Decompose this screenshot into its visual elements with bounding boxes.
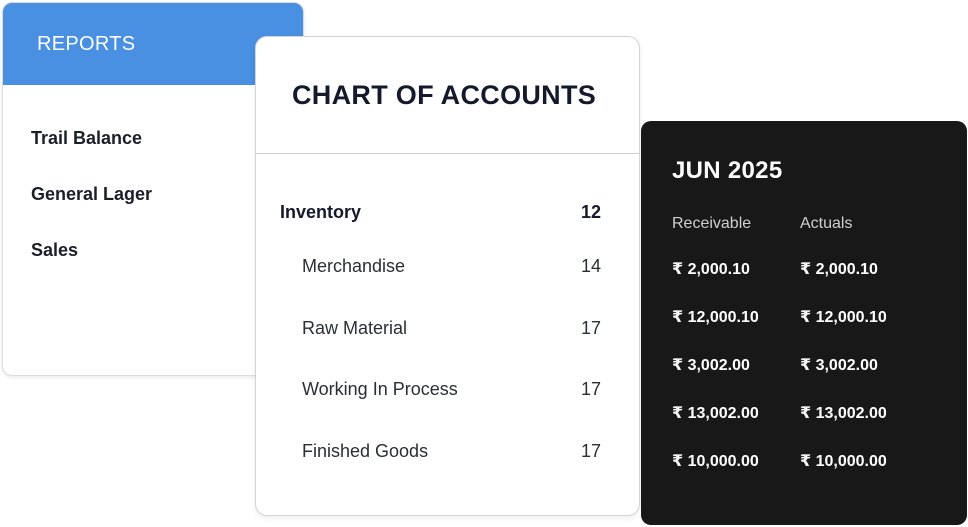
actuals-amount: ₹ 10,000.00 (800, 453, 887, 470)
account-label: Inventory (280, 201, 362, 222)
receivable-amount: ₹ 2,000.10 (672, 261, 750, 278)
account-label: Finished Goods (302, 440, 429, 461)
actuals-amount: ₹ 2,000.10 (800, 261, 878, 278)
period-card: JUN 2025 Receivable Actuals ₹ 2,000.10 ₹… (641, 121, 967, 525)
account-count: 17 (580, 378, 601, 399)
account-count: 17 (580, 317, 601, 338)
account-label: Raw Material (302, 317, 408, 338)
column-header-actuals: Actuals (800, 215, 853, 232)
chart-of-accounts-title: CHART OF ACCOUNTS (256, 37, 639, 154)
receivable-amount: ₹ 3,002.00 (672, 357, 750, 374)
account-row-finished-goods[interactable]: Finished Goods 17 (256, 436, 639, 466)
column-header-receivable: Receivable (672, 215, 752, 232)
account-row-working-in-process[interactable]: Working In Process 17 (256, 374, 639, 404)
account-label: Merchandise (302, 255, 406, 276)
receivable-amount: ₹ 12,000.10 (672, 309, 759, 326)
receivable-amount: ₹ 10,000.00 (672, 453, 759, 470)
account-count: 17 (580, 440, 601, 461)
account-count: 12 (580, 201, 601, 222)
actuals-amount: ₹ 13,002.00 (800, 405, 887, 422)
reports-item-sales[interactable]: Sales (31, 240, 78, 261)
account-row-merchandise[interactable]: Merchandise 14 (256, 251, 639, 281)
receivable-amount: ₹ 13,002.00 (672, 405, 759, 422)
account-count: 14 (580, 255, 601, 276)
account-row-raw-material[interactable]: Raw Material 17 (256, 313, 639, 343)
stage: REPORTS Trail Balance General Lager Sale… (0, 0, 968, 527)
chart-of-accounts-card: CHART OF ACCOUNTS Inventory 12 Merchandi… (255, 36, 640, 516)
account-row-inventory[interactable]: Inventory 12 (256, 197, 639, 227)
account-label: Working In Process (302, 378, 458, 399)
period-title: JUN 2025 (672, 157, 783, 184)
reports-item-general-lager[interactable]: General Lager (31, 184, 152, 205)
reports-item-trail-balance[interactable]: Trail Balance (31, 128, 142, 149)
reports-header-title: REPORTS (37, 32, 136, 55)
actuals-amount: ₹ 12,000.10 (800, 309, 887, 326)
actuals-amount: ₹ 3,002.00 (800, 357, 878, 374)
